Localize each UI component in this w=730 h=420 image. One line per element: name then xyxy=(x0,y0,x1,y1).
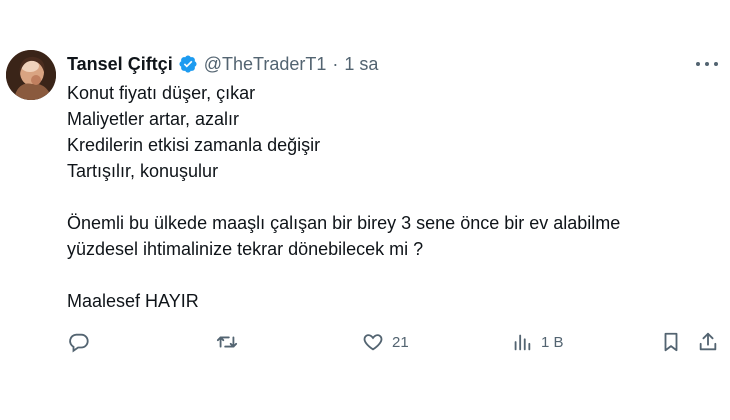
heart-icon xyxy=(362,331,384,353)
retweet-button[interactable] xyxy=(216,328,238,356)
tweet-line: Tartışılır, konuşulur xyxy=(67,161,219,181)
bookmark-icon xyxy=(660,331,682,353)
author-name[interactable]: Tansel Çiftçi xyxy=(67,52,173,76)
views-button[interactable]: 1 B xyxy=(511,328,564,356)
like-button[interactable]: 21 xyxy=(362,328,409,356)
tweet-line: yüzdesel ihtimalinize tekrar dönebilecek… xyxy=(67,239,424,259)
like-count: 21 xyxy=(392,333,409,351)
more-icon[interactable] xyxy=(696,54,718,74)
bookmark-button[interactable] xyxy=(660,328,682,356)
tweet-header: Tansel Çiftçi @TheTraderT1 · 1 sa xyxy=(67,52,378,76)
avatar[interactable] xyxy=(6,50,56,100)
retweet-icon xyxy=(216,331,238,353)
share-button[interactable] xyxy=(697,328,719,356)
reply-icon xyxy=(68,331,90,353)
verified-badge-icon[interactable] xyxy=(178,54,198,74)
tweet-line: Kredilerin etkisi zamanla değişir xyxy=(67,135,321,155)
more-dot xyxy=(714,62,718,66)
tweet-text: Konut fiyatı düşer, çıkar Maliyetler art… xyxy=(67,80,707,314)
tweet-line: Önemli bu ülkede maaşlı çalışan bir bire… xyxy=(67,213,621,233)
timestamp[interactable]: 1 sa xyxy=(344,52,378,76)
author-handle[interactable]: @TheTraderT1 xyxy=(204,52,327,76)
views-count: 1 B xyxy=(541,333,564,351)
tweet-line: Maalesef HAYIR xyxy=(67,291,199,311)
separator-dot: · xyxy=(332,54,339,74)
reply-button[interactable] xyxy=(68,328,90,356)
more-dot xyxy=(696,62,700,66)
tweet-line: Konut fiyatı düşer, çıkar xyxy=(67,83,256,103)
tweet: Tansel Çiftçi @TheTraderT1 · 1 sa Konut … xyxy=(0,0,730,420)
more-dot xyxy=(705,62,709,66)
share-icon xyxy=(697,331,719,353)
views-icon xyxy=(511,331,533,353)
tweet-actions: 21 1 B xyxy=(66,328,720,356)
tweet-line: Maliyetler artar, azalır xyxy=(67,109,240,129)
